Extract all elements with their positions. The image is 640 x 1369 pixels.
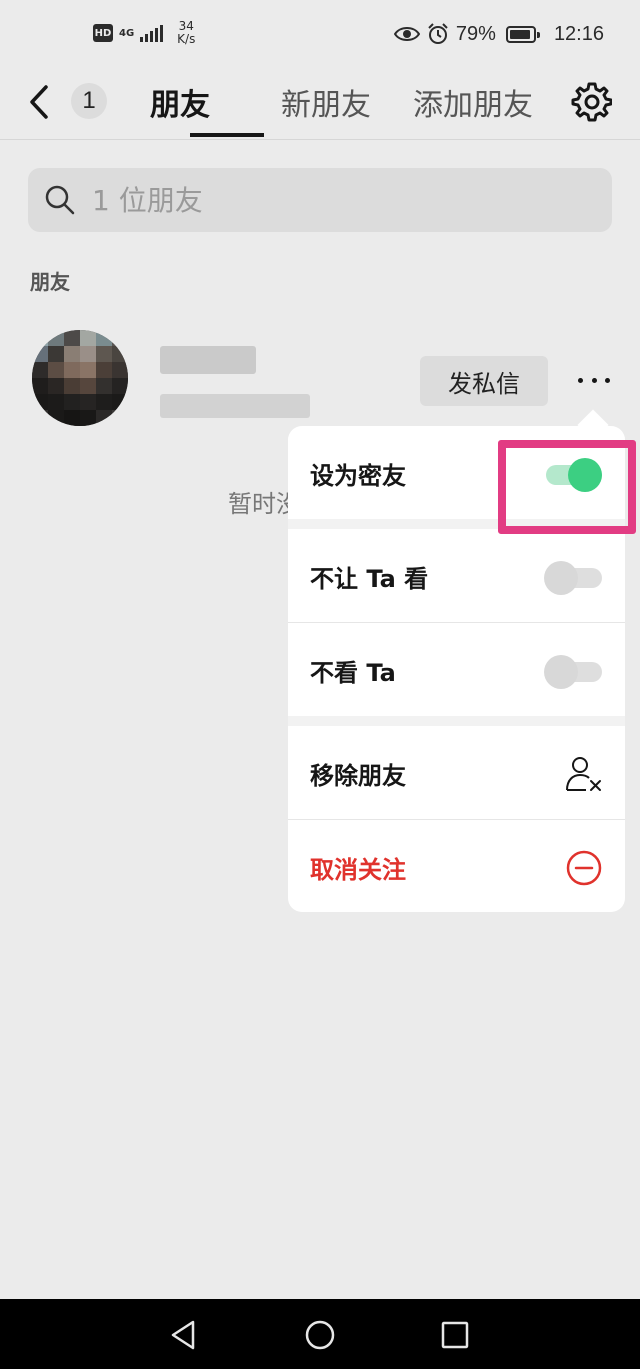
battery-percent: 79% — [455, 22, 496, 45]
header: 1 朋友 新朋友 添加朋友 — [0, 76, 640, 140]
status-bar: HD 4G 34 K/s 79% 12:16 — [0, 0, 640, 76]
friend-name-redacted — [160, 346, 256, 374]
network-speed-unit: K/s — [177, 32, 196, 46]
remove-user-icon — [566, 757, 601, 791]
network-type: 4G — [119, 27, 135, 39]
chevron-left-icon — [30, 85, 48, 119]
alarm-icon — [428, 23, 448, 44]
menu-item-dont-view[interactable]: 不看 Ta — [288, 623, 625, 716]
status-bar-right: 79% 12:16 — [393, 22, 604, 46]
back-triangle-icon[interactable] — [166, 1317, 202, 1353]
menu-item-label: 设为密友 — [310, 462, 406, 490]
eye-icon — [393, 27, 420, 41]
hd-badge: HD — [93, 24, 113, 42]
search-input[interactable] — [92, 168, 592, 232]
tab-indicator — [190, 133, 264, 137]
menu-item-label: 不看 Ta — [310, 659, 396, 687]
status-bar-left: HD 4G 34 K/s — [93, 20, 195, 46]
recents-square-icon[interactable] — [437, 1317, 473, 1353]
send-message-button[interactable]: 发私信 — [420, 356, 548, 406]
highlight-box — [498, 440, 636, 534]
gear-icon — [571, 82, 612, 122]
menu-item-label: 取消关注 — [310, 856, 406, 884]
navigation-bar — [0, 1299, 640, 1369]
back-button[interactable] — [26, 82, 56, 122]
minus-circle-icon — [566, 850, 602, 886]
battery-fill — [509, 29, 531, 39]
friend-id-redacted — [160, 394, 310, 418]
settings-button[interactable] — [570, 80, 612, 122]
search-icon — [45, 185, 75, 215]
menu-item-remove-friend[interactable]: 移除朋友 — [288, 726, 625, 819]
menu-item-unfollow[interactable]: 取消关注 — [288, 820, 625, 912]
more-dots-icon[interactable] — [572, 368, 616, 392]
menu-item-label: 移除朋友 — [310, 762, 406, 790]
avatar[interactable] — [32, 330, 128, 426]
menu-item-label: 不让 Ta 看 — [310, 565, 429, 593]
search-box[interactable] — [28, 168, 612, 232]
hide-from-toggle[interactable] — [542, 561, 604, 595]
friend-row[interactable]: 发私信 — [0, 322, 640, 442]
battery-icon — [505, 25, 540, 43]
tab-new-friends[interactable]: 新朋友 — [281, 80, 371, 124]
network-speed: 34 K/s — [177, 20, 195, 46]
menu-item-hide-from[interactable]: 不让 Ta 看 — [288, 529, 625, 622]
tab-add-friends[interactable]: 添加朋友 — [413, 80, 533, 124]
signal-icon — [140, 24, 164, 42]
count-badge: 1 — [71, 83, 107, 119]
section-label: 朋友 — [30, 270, 70, 294]
clock: 12:16 — [553, 22, 604, 45]
tab-friends[interactable]: 朋友 — [150, 80, 210, 124]
home-circle-icon[interactable] — [302, 1317, 338, 1353]
dont-view-toggle[interactable] — [542, 655, 604, 689]
